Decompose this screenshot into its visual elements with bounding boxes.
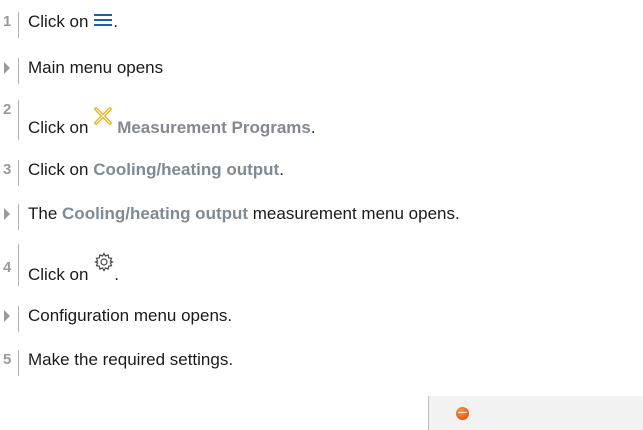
step-text-after: measurement menu opens. — [248, 204, 460, 223]
step-text: Main menu opens — [28, 58, 164, 77]
step-divider — [18, 12, 19, 38]
step-text: Click on Measurement Programs. — [28, 100, 316, 141]
gear-icon — [94, 252, 115, 277]
step-text: Click on . — [28, 12, 118, 33]
device-screen-preview — [428, 396, 643, 430]
result-marker — [0, 58, 16, 74]
step-4: 4 Click on . — [0, 244, 119, 288]
step-text: The Cooling/heating output measurement m… — [28, 204, 460, 224]
step-text-after: . — [310, 117, 316, 137]
step-result-3: Configuration menu opens. — [0, 306, 232, 332]
result-marker — [0, 306, 16, 322]
step-text: Configuration menu opens. — [28, 306, 233, 325]
step-divider — [18, 350, 19, 376]
step-number: 4 — [3, 259, 12, 276]
step-divider — [18, 58, 19, 84]
result-arrow-icon — [4, 208, 10, 220]
measurement-programs-icon — [93, 106, 113, 131]
step-text-after: . — [114, 264, 119, 284]
cooling-heating-output-link[interactable]: Cooling/heating output — [93, 160, 279, 179]
result-arrow-icon — [4, 62, 10, 74]
result-arrow-icon — [4, 310, 10, 322]
step-1: 1 Click on . — [0, 12, 118, 38]
step-5: 5 Make the required settings. — [0, 350, 233, 376]
step-result-1: Main menu opens — [0, 58, 163, 84]
step-result-2: The Cooling/heating output measurement m… — [0, 204, 460, 230]
step-2: 2 Click on Measurement Programs. — [0, 100, 316, 141]
cooling-heating-output-link[interactable]: Cooling/heating output — [62, 204, 248, 223]
step-3: 3 Click on Cooling/heating output. — [0, 160, 284, 186]
step-text-before: The — [28, 204, 63, 223]
step-text-before: Click on — [28, 12, 94, 31]
step-text-after: . — [279, 160, 284, 179]
step-text: Click on . — [28, 244, 119, 288]
step-text-after: . — [113, 12, 118, 31]
step-divider — [18, 100, 19, 140]
result-marker — [0, 204, 16, 220]
testo-logo-icon — [456, 407, 469, 420]
step-number: 1 — [3, 13, 12, 30]
step-text: Click on Cooling/heating output. — [28, 160, 284, 180]
step-number: 3 — [3, 161, 12, 178]
step-text-before: Click on — [28, 117, 94, 137]
step-divider — [18, 244, 19, 286]
step-divider — [18, 160, 19, 186]
hamburger-menu-icon — [93, 12, 113, 33]
step-divider — [18, 306, 19, 332]
step-text-before: Click on — [28, 160, 94, 179]
step-divider — [18, 204, 19, 230]
measurement-programs-link[interactable]: Measurement Programs — [117, 118, 311, 137]
step-number: 2 — [3, 101, 12, 118]
step-text-before: Click on — [28, 264, 94, 284]
step-number: 5 — [3, 351, 12, 368]
step-text: Make the required settings. — [28, 350, 234, 369]
